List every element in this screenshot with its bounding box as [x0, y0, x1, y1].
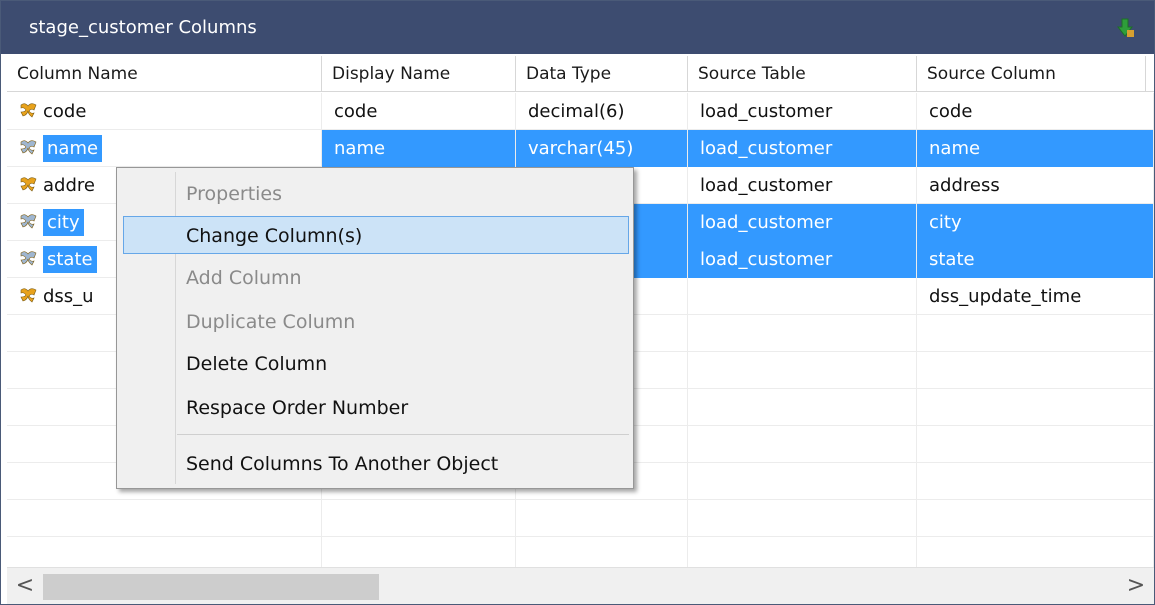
- cell-source-column[interactable]: address: [917, 167, 1154, 204]
- empty-row: [7, 500, 1154, 537]
- column-icon: [20, 140, 37, 155]
- header-source-column[interactable]: Source Column: [917, 56, 1146, 92]
- scroll-right-arrow-icon[interactable]: >: [1124, 574, 1148, 598]
- scroll-left-arrow-icon[interactable]: <: [13, 574, 37, 598]
- pin-arrow-icon[interactable]: [1114, 17, 1136, 39]
- cell-source-column[interactable]: city: [917, 204, 1154, 241]
- cell-type[interactable]: decimal(6): [516, 93, 688, 130]
- context-menu: Properties Change Column(s) Add Column D…: [116, 167, 634, 489]
- cell-type[interactable]: varchar(45): [516, 130, 688, 167]
- cell-source-table[interactable]: load_customer: [688, 241, 917, 278]
- cell-text: decimal(6): [528, 101, 625, 122]
- empty-cell: [688, 389, 917, 426]
- cell-text: load_customer: [700, 138, 833, 159]
- empty-cell: [917, 426, 1154, 463]
- column-icon: [20, 103, 37, 118]
- menu-item-respace-order-number[interactable]: Respace Order Number: [123, 388, 629, 426]
- scroll-thumb[interactable]: [43, 574, 379, 600]
- title-bar: stage_customer Columns: [1, 1, 1154, 54]
- menu-item-add-column[interactable]: Add Column: [123, 258, 629, 296]
- empty-cell: [516, 500, 688, 537]
- cell-text: code: [334, 101, 378, 122]
- cell-text: load_customer: [700, 249, 833, 270]
- empty-cell: [7, 537, 322, 567]
- empty-row: [7, 537, 1154, 567]
- menu-item-duplicate-column[interactable]: Duplicate Column: [123, 302, 629, 340]
- cell-text: state: [929, 249, 975, 270]
- empty-cell: [917, 500, 1154, 537]
- column-name-text: state: [43, 246, 97, 273]
- column-name-text: code: [43, 101, 87, 122]
- header-column-name[interactable]: Column Name: [7, 56, 322, 92]
- cell-source-column[interactable]: code: [917, 93, 1154, 130]
- cell-text: address: [929, 175, 1000, 196]
- cell-source-table[interactable]: load_customer: [688, 93, 917, 130]
- cell-display[interactable]: name: [322, 130, 516, 167]
- header-display-name[interactable]: Display Name: [322, 56, 516, 92]
- empty-cell: [688, 315, 917, 352]
- empty-cell: [917, 537, 1154, 567]
- menu-item-send-columns[interactable]: Send Columns To Another Object: [123, 444, 629, 482]
- column-icon: [20, 251, 37, 266]
- cell-text: load_customer: [700, 175, 833, 196]
- cell-text: name: [929, 138, 981, 159]
- cell-text: name: [334, 138, 386, 159]
- menu-item-change-columns[interactable]: Change Column(s): [123, 216, 629, 254]
- empty-cell: [917, 389, 1154, 426]
- window-title: stage_customer Columns: [29, 17, 257, 38]
- cell-name[interactable]: code: [7, 93, 322, 130]
- empty-cell: [688, 500, 917, 537]
- menu-item-properties[interactable]: Properties: [123, 174, 629, 212]
- menu-separator: [177, 434, 629, 435]
- cell-text: city: [929, 212, 962, 233]
- empty-cell: [688, 426, 917, 463]
- column-name-text: name: [43, 135, 103, 162]
- cell-source-column[interactable]: name: [917, 130, 1154, 167]
- empty-cell: [322, 537, 516, 567]
- horizontal-scrollbar[interactable]: < >: [7, 567, 1154, 604]
- cell-source-table[interactable]: load_customer: [688, 167, 917, 204]
- empty-cell: [917, 352, 1154, 389]
- grid-header: Column Name Display Name Data Type Sourc…: [7, 56, 1154, 92]
- cell-text: load_customer: [700, 212, 833, 233]
- cell-text: load_customer: [700, 101, 833, 122]
- cell-display[interactable]: code: [322, 93, 516, 130]
- column-name-text: addre: [43, 175, 95, 196]
- cell-text: varchar(45): [528, 138, 634, 159]
- columns-window: stage_customer Columns Column Name Displ…: [0, 0, 1155, 605]
- cell-text: dss_update_time: [929, 286, 1082, 307]
- header-source-table[interactable]: Source Table: [688, 56, 917, 92]
- column-name-text: city: [43, 209, 84, 236]
- cell-source-table[interactable]: [688, 278, 917, 315]
- cell-source-table[interactable]: load_customer: [688, 130, 917, 167]
- empty-cell: [322, 500, 516, 537]
- cell-text: code: [929, 101, 973, 122]
- column-name-text: dss_u: [43, 286, 94, 307]
- empty-cell: [688, 463, 917, 500]
- cell-source-column[interactable]: dss_update_time: [917, 278, 1154, 315]
- empty-cell: [917, 463, 1154, 500]
- empty-cell: [917, 315, 1154, 352]
- header-data-type[interactable]: Data Type: [516, 56, 688, 92]
- menu-item-delete-column[interactable]: Delete Column: [123, 344, 629, 382]
- empty-cell: [7, 500, 322, 537]
- column-icon: [20, 214, 37, 229]
- cell-source-column[interactable]: state: [917, 241, 1154, 278]
- cell-source-table[interactable]: load_customer: [688, 204, 917, 241]
- empty-cell: [688, 537, 917, 567]
- table-row[interactable]: name name varchar(45) load_customer name: [7, 130, 1154, 167]
- column-icon: [20, 177, 37, 192]
- empty-cell: [688, 352, 917, 389]
- empty-cell: [516, 537, 688, 567]
- column-icon: [20, 288, 37, 303]
- cell-name[interactable]: name: [7, 130, 322, 167]
- table-row[interactable]: code code decimal(6) load_customer code: [7, 93, 1154, 130]
